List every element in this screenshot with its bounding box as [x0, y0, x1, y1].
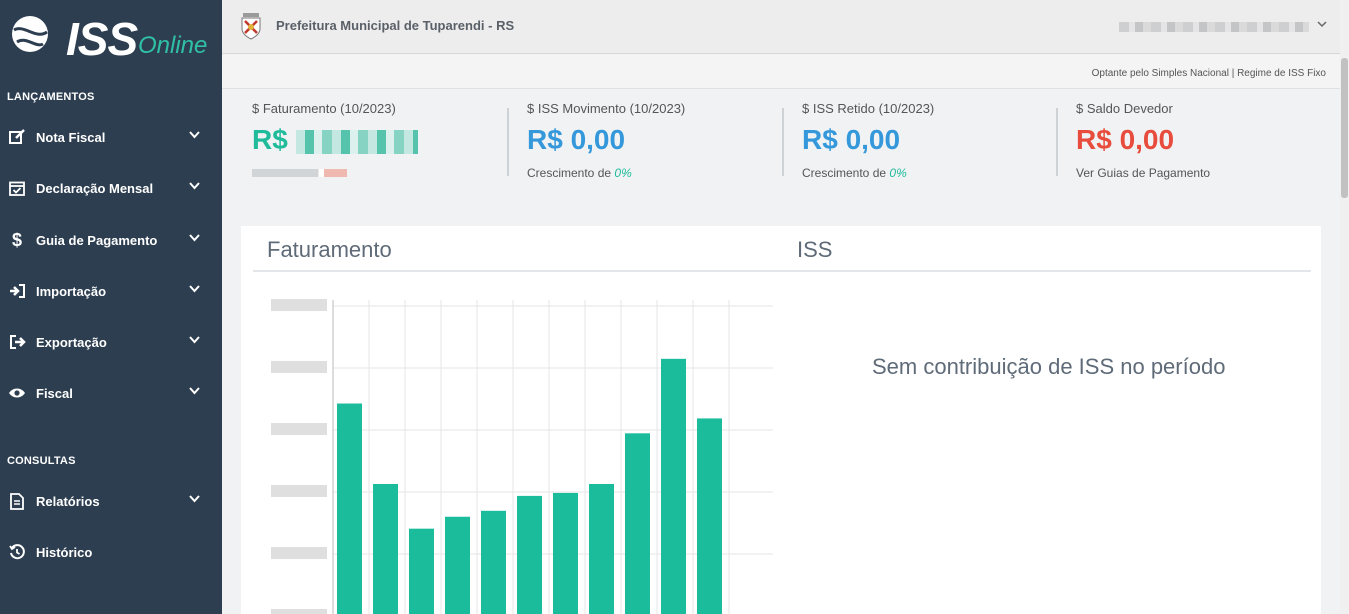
chevron-down-icon [189, 387, 200, 395]
chart-bar [481, 510, 506, 614]
stat-iss-movimento: $ ISS Movimento (10/2023) R$ 0,00 Cresci… [527, 101, 777, 180]
stat-value-currency: R$ [252, 124, 288, 155]
stat-value: R$ 0,00 [1076, 124, 1175, 155]
section-lancamentos: LANÇAMENTOS [7, 91, 95, 103]
top-bar: Prefeitura Municipal de Tuparendi - RS [222, 0, 1349, 54]
sidebar-item-relatorios[interactable]: Relatórios [0, 481, 222, 521]
scrollbar[interactable] [1340, 0, 1349, 614]
stat-label: $ Faturamento (10/2023) [252, 101, 396, 116]
eye-icon [6, 387, 28, 399]
redacted-tick-label [271, 547, 327, 559]
sidebar-item-label: Importação [36, 283, 107, 299]
user-menu[interactable] [1119, 22, 1309, 32]
sidebar-item-label: Declaração Mensal [36, 180, 154, 196]
sidebar-item-importacao[interactable]: Importação [0, 271, 222, 311]
sign-in-icon [6, 284, 28, 298]
stat-footer: Crescimento de 0% [802, 166, 907, 180]
stat-faturamento: $ Faturamento (10/2023) R$ [252, 101, 502, 180]
redacted-tick-label [271, 361, 327, 373]
panel-title-iss: ISS [797, 237, 833, 262]
chevron-down-icon [189, 131, 200, 139]
logo-iss-text: ISS [66, 13, 138, 65]
sidebar-item-historico[interactable]: Histórico [0, 532, 222, 572]
no-iss-message: Sem contribuição de ISS no período [872, 354, 1226, 379]
stat-saldo-devedor: $ Saldo Devedor R$ 0,00 Ver Guias de Pag… [1076, 101, 1326, 180]
sidebar-item-nota-fiscal[interactable]: Nota Fiscal [0, 117, 222, 157]
chevron-down-icon [189, 285, 200, 293]
history-icon [6, 544, 28, 560]
org-name: Prefeitura Municipal de Tuparendi - RS [276, 18, 515, 33]
scrollbar-thumb[interactable] [1341, 58, 1348, 198]
sidebar: ISS Online LANÇAMENTOS Nota Fiscal Decla… [0, 0, 222, 614]
edit-icon [6, 129, 28, 145]
chart-bar [589, 483, 614, 614]
chevron-down-icon [189, 495, 200, 503]
regime-text: Optante pelo Simples Nacional | Regime d… [1091, 68, 1326, 79]
chevron-down-icon[interactable] [1317, 21, 1327, 28]
stat-label: $ ISS Retido (10/2023) [802, 101, 935, 116]
redacted-tick-label [271, 299, 327, 311]
stat-footer: Crescimento de 0% [527, 166, 632, 180]
chart-bar [409, 528, 434, 614]
chart-bar [661, 358, 686, 614]
panel-divider [253, 270, 1311, 272]
stat-footer [252, 166, 502, 180]
stat-value: R$ 0,00 [527, 124, 626, 155]
sidebar-item-label: Exportação [36, 334, 107, 350]
redacted-tick-label [271, 423, 327, 435]
chart-bar [625, 433, 650, 614]
faturamento-chart [271, 299, 773, 614]
sidebar-item-label: Fiscal [36, 385, 73, 401]
dollar-icon: $ [11, 229, 22, 250]
app-logo[interactable]: ISS Online [10, 12, 215, 65]
regime-bar: Optante pelo Simples Nacional | Regime d… [222, 55, 1340, 89]
chart-bar [697, 418, 722, 614]
section-consultas: CONSULTAS [7, 455, 76, 467]
redacted-value [295, 129, 418, 154]
stat-divider [507, 108, 509, 176]
chevron-down-icon [189, 182, 200, 190]
chart-bar [373, 483, 398, 614]
sidebar-item-label: Guia de Pagamento [36, 232, 158, 248]
sidebar-item-exportacao[interactable]: Exportação [0, 322, 222, 362]
stat-divider [782, 108, 784, 176]
chart-bar [337, 403, 362, 614]
stat-divider [1056, 108, 1058, 176]
chart-bar [445, 516, 470, 614]
globe-icon [12, 16, 48, 52]
dashboard-panel: Faturamento ISS Sem contribuição de ISS … [241, 226, 1321, 614]
municipality-crest-icon [241, 13, 261, 40]
calendar-check-icon [6, 180, 28, 196]
redacted-tick-label [271, 609, 327, 614]
chart-bar [517, 495, 542, 614]
sidebar-item-label: Relatórios [36, 493, 100, 509]
stat-value: R$ [252, 124, 502, 156]
stat-footer-pct: 0% [889, 166, 907, 180]
logo-online-text: Online [138, 32, 208, 59]
chevron-down-icon [189, 234, 200, 242]
stat-label: $ ISS Movimento (10/2023) [527, 101, 686, 116]
stat-value: R$ 0,00 [802, 124, 901, 155]
ver-guias-link[interactable]: Ver Guias de Pagamento [1076, 166, 1326, 180]
redacted-footer [252, 169, 347, 177]
sidebar-item-label: Histórico [36, 544, 93, 560]
sidebar-item-label: Nota Fiscal [36, 129, 106, 145]
sidebar-item-declaracao-mensal[interactable]: Declaração Mensal [0, 168, 222, 208]
panel-title-faturamento: Faturamento [267, 237, 392, 262]
redacted-tick-label [271, 485, 327, 497]
file-icon [6, 492, 28, 510]
stat-footer-pct: 0% [614, 166, 632, 180]
chevron-down-icon [189, 336, 200, 344]
chart-bar [553, 492, 578, 614]
stat-iss-retido: $ ISS Retido (10/2023) R$ 0,00 Crescimen… [802, 101, 1052, 180]
sign-out-icon [6, 335, 28, 349]
stat-label: $ Saldo Devedor [1076, 101, 1173, 116]
sidebar-item-guia-pagamento[interactable]: $ Guia de Pagamento [0, 220, 222, 260]
sidebar-item-fiscal[interactable]: Fiscal [0, 373, 222, 413]
